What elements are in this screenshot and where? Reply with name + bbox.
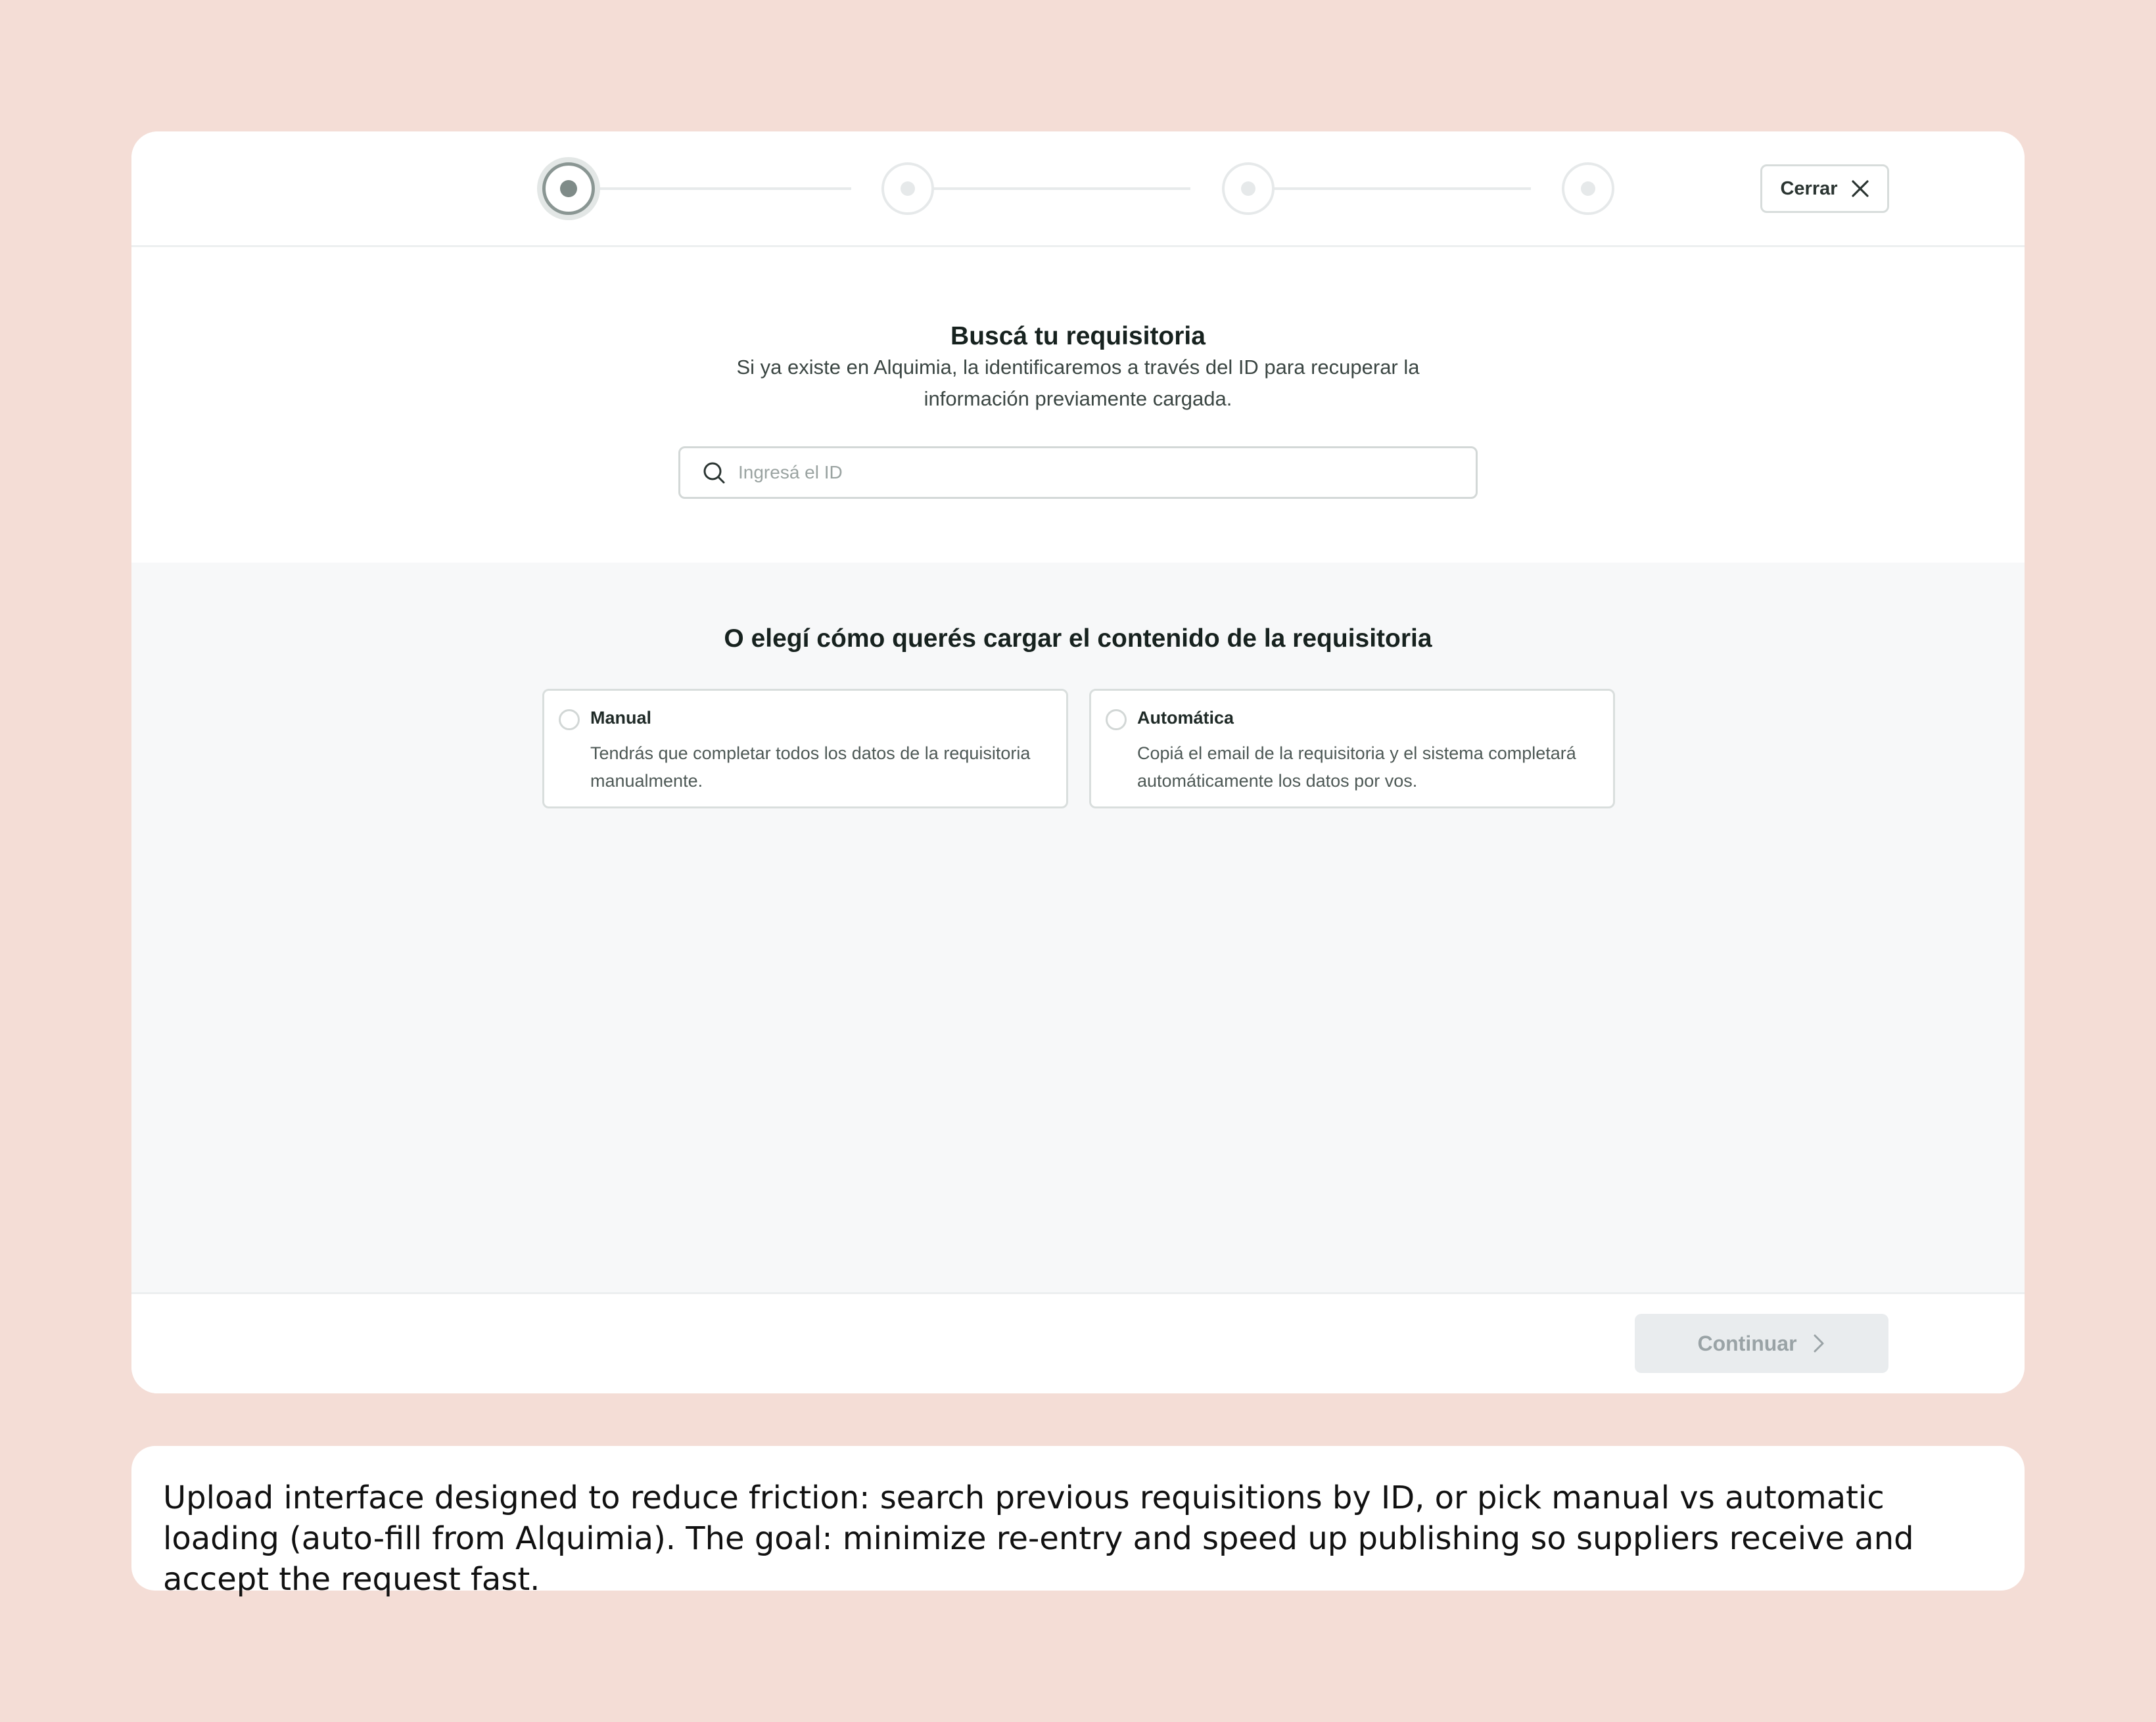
option-manual[interactable]: Manual Tendrás que completar todos los d… xyxy=(542,689,1068,808)
step-connector xyxy=(1248,187,1531,190)
step-4-indicator xyxy=(1562,162,1614,215)
option-automatic-radio[interactable] xyxy=(1106,709,1127,730)
wizard-header: Cerrar xyxy=(131,131,2025,247)
page-frame: Cerrar Buscá tu requisitoria Si ya exist… xyxy=(0,0,2156,1722)
chevron-right-icon xyxy=(1814,1334,1824,1353)
search-icon xyxy=(703,462,725,484)
option-automatic[interactable]: Automática Copiá el email de la requisit… xyxy=(1089,689,1615,808)
option-manual-description: Tendrás que completar todos los datos de… xyxy=(590,743,1031,791)
search-input[interactable] xyxy=(738,462,1476,483)
close-icon xyxy=(1851,180,1869,197)
caption-box: Upload interface designed to reduce fric… xyxy=(131,1446,2025,1598)
close-button[interactable]: Cerrar xyxy=(1760,164,1889,213)
step-dot xyxy=(1241,181,1255,196)
options-title: O elegí cómo querés cargar el contenido … xyxy=(724,624,1432,653)
step-dot xyxy=(1581,181,1595,196)
search-subtitle: Si ya existe en Alquimia, la identificar… xyxy=(736,356,1420,410)
close-button-label: Cerrar xyxy=(1780,177,1838,199)
wizard-modal: Cerrar Buscá tu requisitoria Si ya exist… xyxy=(131,131,2025,1393)
continue-button-label: Continuar xyxy=(1697,1331,1797,1355)
progress-stepper xyxy=(131,131,2025,247)
step-dot xyxy=(901,181,915,196)
options-section xyxy=(131,563,2025,1292)
search-field[interactable] xyxy=(678,446,1478,499)
option-automatic-label: Automática xyxy=(1137,708,1234,728)
step-2-indicator xyxy=(881,162,934,215)
option-manual-radio[interactable] xyxy=(559,709,580,730)
step-dot xyxy=(560,180,577,197)
option-automatic-description: Copiá el email de la requisitoria y el s… xyxy=(1137,743,1576,791)
step-3-indicator xyxy=(1222,162,1275,215)
step-connector xyxy=(569,187,851,190)
wizard-footer: Continuar xyxy=(131,1292,2025,1393)
step-1-indicator xyxy=(542,162,595,215)
option-manual-label: Manual xyxy=(590,708,652,728)
search-title: Buscá tu requisitoria xyxy=(950,322,1206,350)
continue-button[interactable]: Continuar xyxy=(1635,1314,1888,1373)
step-connector xyxy=(908,187,1190,190)
caption-text: Upload interface designed to reduce fric… xyxy=(163,1479,1914,1598)
